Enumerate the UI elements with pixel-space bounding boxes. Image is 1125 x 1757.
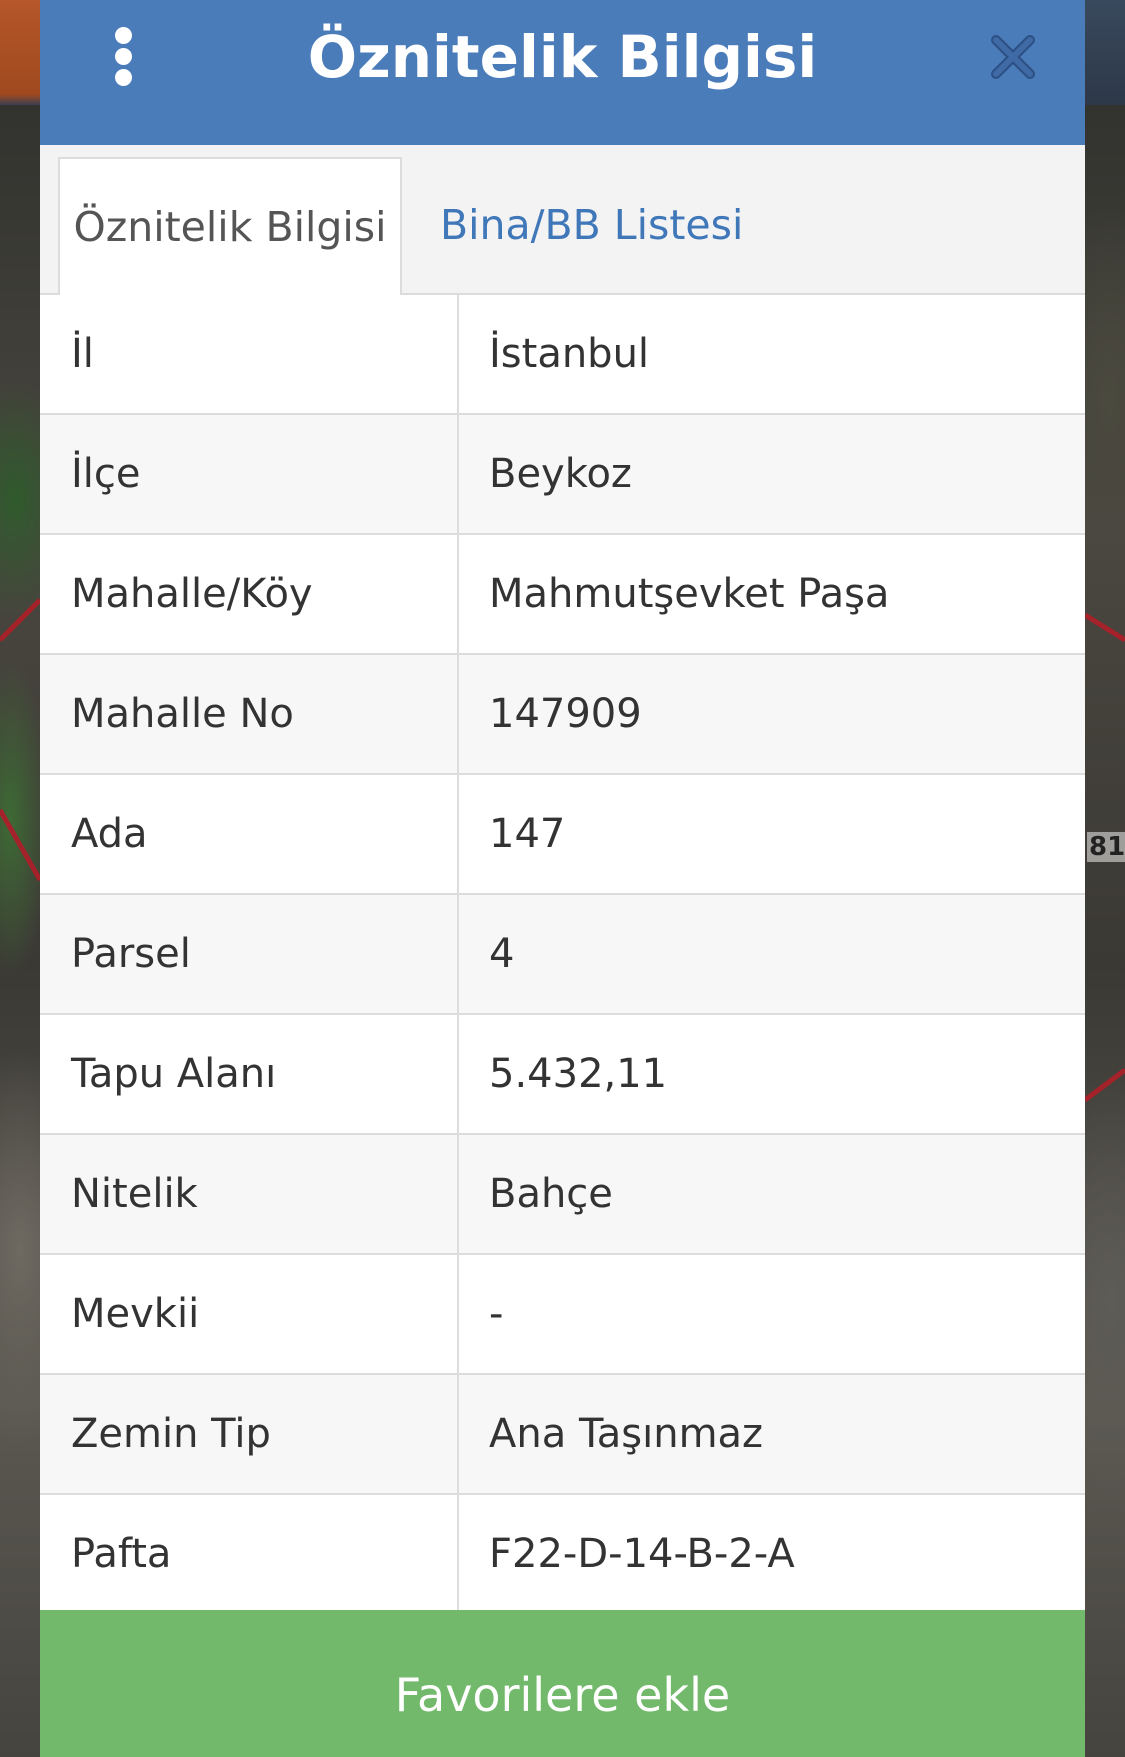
row-value: Beykoz: [489, 451, 632, 497]
row-value: 4: [489, 931, 515, 977]
row-value: -: [489, 1291, 504, 1337]
table-row: Pafta F22-D-14-B-2-A: [40, 1495, 1085, 1615]
row-value: 147: [489, 811, 566, 857]
row-key: Mahalle/Köy: [71, 571, 313, 617]
tab-attribute-info[interactable]: Öznitelik Bilgisi: [58, 157, 402, 297]
tab-building-list[interactable]: Bina/BB Listesi: [440, 157, 840, 295]
row-value: 147909: [489, 691, 642, 737]
table-row: Nitelik Bahçe: [40, 1135, 1085, 1255]
map-parcel-label: 81: [1087, 832, 1125, 862]
row-value: 5.432,11: [489, 1051, 668, 1097]
row-key: Parsel: [71, 931, 191, 977]
row-key: İlçe: [71, 451, 141, 497]
row-value: F22-D-14-B-2-A: [489, 1531, 795, 1577]
row-value: İstanbul: [489, 331, 650, 377]
table-row: Mevkii -: [40, 1255, 1085, 1375]
row-key: Pafta: [71, 1531, 172, 1577]
attribute-info-dialog: Öznitelik Bilgisi Öznitelik Bilgisi Bina…: [40, 0, 1085, 1757]
row-value: Mahmutşevket Paşa: [489, 571, 890, 617]
table-row: Mahalle No 147909: [40, 655, 1085, 775]
close-icon[interactable]: [990, 34, 1036, 80]
dialog-title: Öznitelik Bilgisi: [307, 23, 818, 91]
row-key: Tapu Alanı: [71, 1051, 277, 1097]
table-row: İlçe Beykoz: [40, 415, 1085, 535]
row-key: Ada: [71, 811, 148, 857]
row-key: Zemin Tip: [71, 1411, 271, 1457]
table-row: Zemin Tip Ana Taşınmaz: [40, 1375, 1085, 1495]
row-value: Ana Taşınmaz: [489, 1411, 764, 1457]
row-key: Mevkii: [71, 1291, 200, 1337]
table-row: İl İstanbul: [40, 295, 1085, 415]
row-key: Nitelik: [71, 1171, 198, 1217]
add-to-favorites-button[interactable]: Favorilere ekle: [40, 1610, 1085, 1757]
table-row: Mahalle/Köy Mahmutşevket Paşa: [40, 535, 1085, 655]
table-row: Parsel 4: [40, 895, 1085, 1015]
table-row: Ada 147: [40, 775, 1085, 895]
table-row: Tapu Alanı 5.432,11: [40, 1015, 1085, 1135]
attribute-table: İl İstanbul İlçe Beykoz Mahalle/Köy Mahm…: [40, 295, 1085, 1615]
row-key: İl: [71, 331, 94, 377]
dialog-header: Öznitelik Bilgisi: [40, 0, 1085, 145]
tab-bar: Öznitelik Bilgisi Bina/BB Listesi: [40, 145, 1085, 297]
row-key: Mahalle No: [71, 691, 294, 737]
row-value: Bahçe: [489, 1171, 613, 1217]
